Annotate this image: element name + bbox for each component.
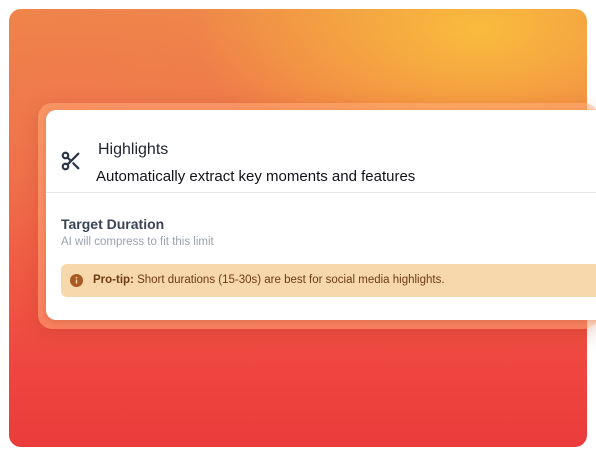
pro-tip-label: Pro-tip: bbox=[93, 274, 134, 286]
scissors-icon bbox=[60, 150, 82, 172]
pro-tip-banner: Pro-tip: Short durations (15-30s) are be… bbox=[61, 264, 596, 297]
card-title: Highlights bbox=[98, 141, 169, 158]
target-duration-description: AI will compress to fit this limit bbox=[61, 236, 214, 248]
target-duration-label: Target Duration bbox=[61, 216, 165, 232]
card-header: Highlights Automatically extract key mom… bbox=[46, 110, 596, 193]
info-icon bbox=[70, 274, 83, 287]
highlights-card: Highlights Automatically extract key mom… bbox=[46, 110, 596, 320]
card-subtitle: Automatically extract key moments and fe… bbox=[96, 168, 416, 185]
pro-tip-message: Short durations (15-30s) are best for so… bbox=[133, 274, 445, 286]
pro-tip-text: Pro-tip: Short durations (15-30s) are be… bbox=[93, 274, 445, 286]
